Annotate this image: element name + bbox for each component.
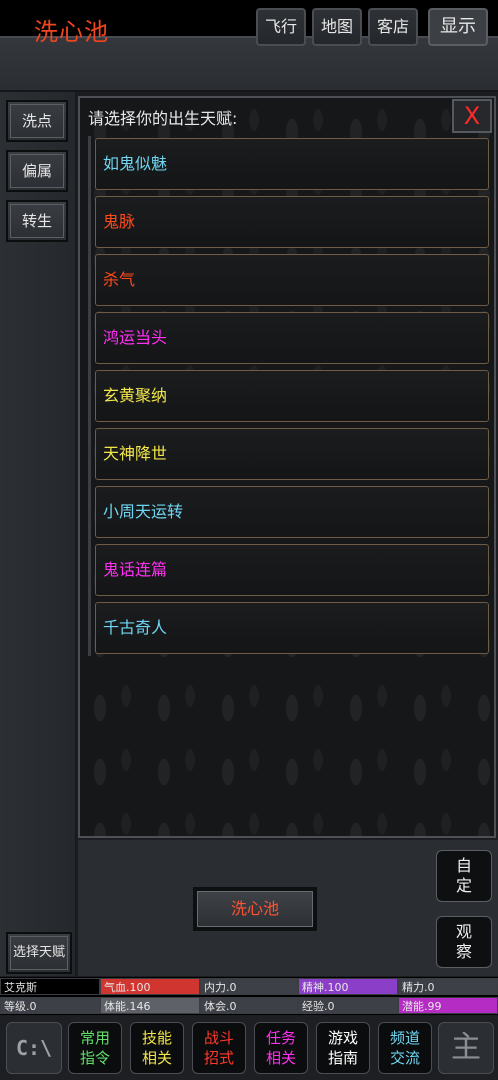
nav-common-commands[interactable]: 常用 指令 [68, 1022, 122, 1074]
talent-option[interactable]: 杀气 [95, 254, 489, 306]
nav-label: 相关 [141, 1049, 172, 1067]
stat-jingshen: 精神.100 [298, 978, 398, 995]
talent-option[interactable]: 玄黄聚纳 [95, 370, 489, 422]
stat-potential: 潜能.99 [398, 997, 498, 1014]
sidebar-item-rebirth[interactable]: 转生 [6, 200, 68, 242]
talent-option-label: 小周天运转 [103, 502, 184, 521]
display-button[interactable]: 显示 [428, 8, 488, 46]
inn-button[interactable]: 客店 [368, 8, 418, 46]
nav-label: 交流 [389, 1049, 420, 1067]
nav-label: 指南 [327, 1049, 358, 1067]
observe-button[interactable]: 观 察 [436, 916, 492, 968]
stat-exp: 经验.0 [298, 997, 398, 1014]
nav-skills[interactable]: 技能 相关 [130, 1022, 184, 1074]
stat-hp: 气血.100 [100, 978, 200, 995]
nav-quests[interactable]: 任务 相关 [254, 1022, 308, 1074]
talent-option[interactable]: 如鬼似魅 [95, 138, 489, 190]
custom-button[interactable]: 自 定 [436, 850, 492, 902]
map-button[interactable]: 地图 [312, 8, 362, 46]
close-button[interactable]: X [452, 99, 492, 133]
dialog-prompt: 请选择你的出生天赋: [88, 109, 238, 128]
select-talent-button[interactable]: 选择天赋 [6, 932, 72, 974]
nav-label: 招式 [203, 1049, 234, 1067]
talent-option[interactable]: 鬼脉 [95, 196, 489, 248]
fly-button[interactable]: 飞行 [256, 8, 306, 46]
nav-label: 常用 [79, 1029, 110, 1047]
nav-channels[interactable]: 频道 交流 [378, 1022, 432, 1074]
talent-option-label: 鬼脉 [103, 212, 136, 231]
observe-label-1: 观 [455, 922, 472, 941]
talent-option[interactable]: 鬼话连篇 [95, 544, 489, 596]
nav-label: 任务 [265, 1029, 296, 1047]
page-title: 洗心池 [34, 18, 109, 46]
talent-option[interactable]: 千古奇人 [95, 602, 489, 654]
list-divider [88, 136, 91, 656]
wash-heart-pool-button[interactable]: 洗心池 [193, 887, 317, 931]
talent-option-label: 如鬼似魅 [103, 154, 168, 173]
custom-label-2: 定 [455, 876, 472, 895]
talent-option[interactable]: 天神降世 [95, 428, 489, 480]
stat-neili: 内力.0 [200, 978, 298, 995]
nav-guide[interactable]: 游戏 指南 [316, 1022, 370, 1074]
talent-option-label: 天神降世 [103, 444, 168, 463]
nav-label: 技能 [141, 1029, 172, 1047]
nav-combat[interactable]: 战斗 招式 [192, 1022, 246, 1074]
talent-option-label: 千古奇人 [103, 618, 168, 637]
nav-label: 指令 [79, 1049, 110, 1067]
stat-tineng: 体能.146 [100, 997, 200, 1014]
custom-label-1: 自 [455, 856, 472, 875]
nav-label: 相关 [265, 1049, 296, 1067]
nav-label: 战斗 [203, 1029, 234, 1047]
talent-option-label: 鸿运当头 [103, 328, 168, 347]
talent-option-label: 杀气 [103, 270, 136, 289]
stat-jingli: 精力.0 [398, 978, 498, 995]
nav-label: 游戏 [327, 1029, 358, 1047]
stat-tihui: 体会.0 [200, 997, 298, 1014]
nav-label: 频道 [389, 1029, 420, 1047]
talent-option[interactable]: 小周天运转 [95, 486, 489, 538]
wash-heart-pool-label: 洗心池 [197, 891, 313, 927]
stat-name: 艾克斯 [0, 978, 100, 995]
talent-option-label: 鬼话连篇 [103, 560, 168, 579]
talent-option[interactable]: 鸿运当头 [95, 312, 489, 364]
observe-label-2: 察 [455, 942, 472, 961]
sidebar-item-attribute[interactable]: 偏属 [6, 150, 68, 192]
master-icon[interactable]: 主 [438, 1022, 494, 1074]
talent-option-label: 玄黄聚纳 [103, 386, 168, 405]
stat-level: 等级.0 [0, 997, 100, 1014]
sidebar-item-reset-points[interactable]: 洗点 [6, 100, 68, 142]
command-icon[interactable]: C:\ [6, 1022, 62, 1074]
